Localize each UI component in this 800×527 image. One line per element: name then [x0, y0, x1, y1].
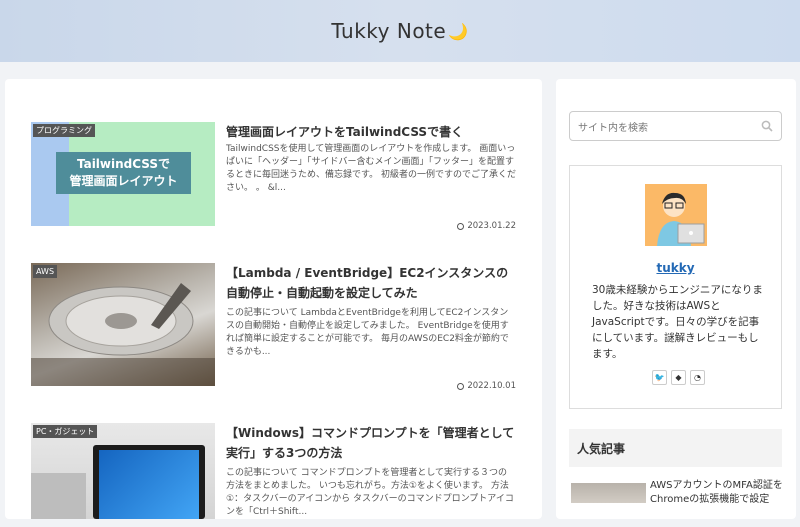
sidebar: サイト内を検索 tukky 30歳未経験からエンジニアになりました。好きな技術は… — [556, 79, 796, 519]
list-item[interactable]: TailwindCSSで 管理画面レイアウト プログラミング 管理画面レイアウト… — [31, 122, 516, 231]
rss-icon[interactable]: ◔ — [690, 370, 705, 385]
entry-date-text: 2022.10.01 — [467, 381, 516, 391]
entry-title[interactable]: 【Windows】コマンドプロンプトを「管理者として実行」する3つの方法 — [226, 423, 516, 463]
site-header: Tukky Note 🌙 — [0, 0, 800, 62]
moon-icon: 🌙 — [448, 21, 469, 41]
hard-drive-icon — [31, 283, 215, 386]
article-list: TailwindCSSで 管理画面レイアウト プログラミング 管理画面レイアウト… — [5, 79, 542, 519]
entry-thumbnail[interactable]: AWS — [31, 263, 215, 386]
twitter-icon[interactable]: 🐦 — [652, 370, 667, 385]
social-links: 🐦 ◆ ◔ — [652, 370, 705, 385]
popular-item-thumbnail[interactable] — [571, 483, 646, 503]
entry-snippet: この記事について LambdaとEventBridgeを利用してEC2インスタン… — [226, 308, 509, 357]
category-label: PC・ガジェット — [33, 425, 98, 438]
clock-icon — [457, 222, 465, 230]
list-item[interactable]: AWS 【Lambda / EventBridge】EC2インスタンスの自動停止… — [31, 263, 516, 391]
entry-snippet: この記事について コマンドプロンプトを管理者として実行する３つの方法をまとめまし… — [226, 468, 514, 517]
profile-name[interactable]: tukky — [570, 261, 781, 275]
category-label: AWS — [33, 265, 58, 278]
search-icon[interactable] — [761, 120, 773, 132]
entry-date-text: 2023.01.22 — [467, 221, 516, 231]
profile-card: tukky 30歳未経験からエンジニアになりました。好きな技術はAWSとJava… — [569, 165, 782, 409]
entry-thumbnail[interactable]: TailwindCSSで 管理画面レイアウト プログラミング — [31, 122, 215, 226]
search-input[interactable]: サイト内を検索 — [569, 111, 782, 141]
popular-item-title[interactable]: AWSアカウントのMFA認証をChromeの拡張機能で設定 — [650, 479, 785, 507]
entry-title[interactable]: 管理画面レイアウトをTailwindCSSで書く — [226, 122, 516, 142]
thumbnail-caption: TailwindCSSで 管理画面レイアウト — [56, 152, 191, 194]
site-title-text[interactable]: Tukky Note — [331, 19, 446, 43]
clock-icon — [457, 382, 465, 390]
list-item[interactable]: PC・ガジェット 【Windows】コマンドプロンプトを「管理者として実行」する… — [31, 423, 516, 527]
site-title[interactable]: Tukky Note 🌙 — [331, 19, 468, 43]
entry-title[interactable]: 【Lambda / EventBridge】EC2インスタンスの自動停止・自動起… — [226, 263, 516, 303]
search-placeholder: サイト内を検索 — [578, 122, 648, 134]
entry-thumbnail[interactable]: PC・ガジェット — [31, 423, 215, 519]
popular-heading: 人気記事 — [569, 429, 782, 467]
feedly-icon[interactable]: ◆ — [671, 370, 686, 385]
entry-snippet: TailwindCSSを使用して管理画面のレイアウトを作成します。 画面いっぱい… — [226, 144, 516, 193]
avatar — [645, 184, 707, 246]
entry-date: 2023.01.22 — [457, 221, 516, 231]
category-label: プログラミング — [33, 124, 95, 137]
profile-bio: 30歳未経験からエンジニアになりました。好きな技術はAWSとJavaScript… — [592, 284, 763, 360]
entry-date: 2022.10.01 — [457, 381, 516, 391]
